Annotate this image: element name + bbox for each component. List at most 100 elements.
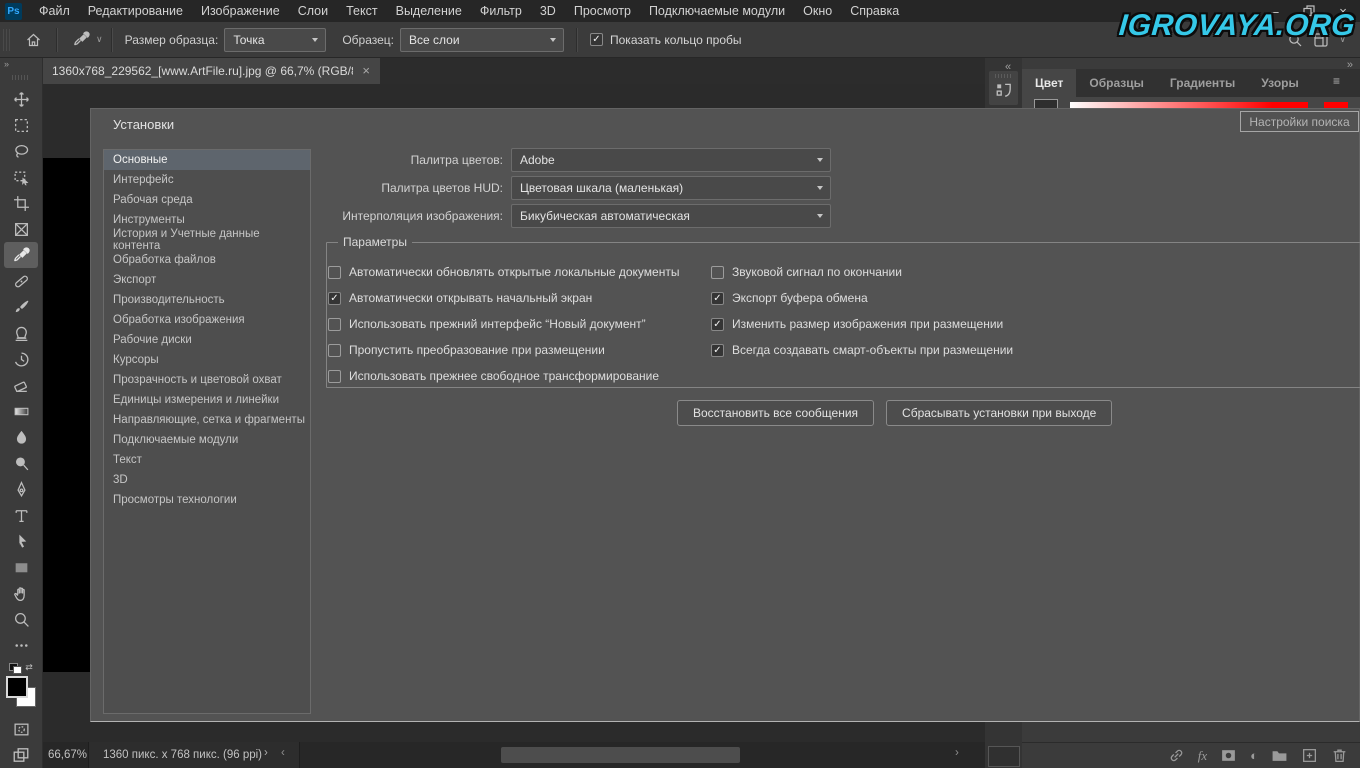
menu-item[interactable]: Окно [794, 0, 841, 22]
checkbox[interactable] [328, 369, 341, 383]
menu-item[interactable]: Подключаемые модули [640, 0, 794, 22]
blur-tool[interactable] [4, 424, 38, 450]
option-row[interactable]: Автоматически открывать начальный экран [328, 285, 679, 311]
preferences-section-item[interactable]: 3D [104, 470, 310, 490]
color-picker-select[interactable]: Adobe [511, 148, 831, 172]
lasso-tool[interactable] [4, 138, 38, 164]
chevron-down-icon[interactable]: ∨ [96, 34, 103, 45]
adjustment-layer-icon[interactable]: ◐ [1250, 748, 1258, 763]
menu-item[interactable]: Редактирование [79, 0, 192, 22]
checkbox[interactable] [711, 343, 724, 357]
menu-item[interactable]: Файл [30, 0, 79, 22]
document-tab[interactable]: 1360x768_229562_[www.ArtFile.ru].jpg @ 6… [42, 57, 380, 84]
menu-item[interactable]: Просмотр [565, 0, 640, 22]
option-row[interactable]: Всегда создавать смарт-объекты при разме… [711, 337, 1013, 363]
option-row[interactable]: Изменить размер изображения при размещен… [711, 311, 1013, 337]
foreground-color-swatch[interactable] [6, 676, 28, 698]
image-interpolation-select[interactable]: Бикубическая автоматическая [511, 204, 831, 228]
object-selection-tool[interactable] [4, 164, 38, 190]
frame-tool[interactable] [4, 216, 38, 242]
marquee-tool[interactable] [4, 112, 38, 138]
menu-item[interactable]: Фильтр [471, 0, 531, 22]
sample-size-select[interactable]: Точка [224, 27, 327, 52]
hud-color-picker-select[interactable]: Цветовая шкала (маленькая) [511, 176, 831, 200]
menu-item[interactable]: Изображение [192, 0, 289, 22]
healing-brush-tool[interactable] [4, 268, 38, 294]
history-brush-tool[interactable] [4, 346, 38, 372]
quick-mask-button[interactable] [4, 716, 38, 742]
pen-tool[interactable] [4, 476, 38, 502]
toolbar-grip[interactable] [12, 75, 30, 80]
screen-mode-button[interactable] [4, 742, 38, 768]
close-tab-icon[interactable]: × [362, 63, 370, 78]
new-layer-icon[interactable] [1301, 747, 1318, 764]
checkbox[interactable] [711, 265, 724, 279]
preferences-section-item[interactable]: Прозрачность и цветовой охват [104, 370, 310, 390]
menu-item[interactable]: Текст [337, 0, 386, 22]
checkbox[interactable] [328, 317, 341, 331]
type-tool[interactable] [4, 502, 38, 528]
option-row[interactable]: Использовать прежнее свободное трансформ… [328, 363, 679, 389]
scroll-left-arrow-icon[interactable]: ‹ [281, 747, 285, 759]
group-layers-icon[interactable] [1271, 747, 1288, 764]
toolbar-expand[interactable]: » [0, 57, 42, 73]
menu-item[interactable]: Выделение [387, 0, 471, 22]
eyedropper-tool[interactable] [4, 242, 38, 268]
checkbox[interactable] [328, 265, 341, 279]
dodge-tool[interactable] [4, 450, 38, 476]
checkbox[interactable] [328, 291, 341, 305]
panel-tab[interactable]: Цвет [1022, 69, 1077, 97]
hand-tool[interactable] [4, 580, 38, 606]
option-row[interactable]: Звуковой сигнал по окончании [711, 259, 1013, 285]
delete-layer-icon[interactable] [1331, 747, 1348, 764]
panel-tab[interactable]: Градиенты [1157, 69, 1248, 97]
preferences-section-item[interactable]: Единицы измерения и линейки [104, 390, 310, 410]
menu-item[interactable]: 3D [531, 0, 565, 22]
panel-tab[interactable]: Узоры [1248, 69, 1311, 97]
more-tools[interactable] [4, 632, 38, 658]
tool-preset-eyedropper[interactable] [66, 27, 96, 53]
clone-stamp-tool[interactable] [4, 320, 38, 346]
gradient-tool[interactable] [4, 398, 38, 424]
preferences-section-item[interactable]: Курсоры [104, 350, 310, 370]
move-tool[interactable] [4, 86, 38, 112]
preferences-section-item[interactable]: Рабочие диски [104, 330, 310, 350]
panel-tab[interactable]: Образцы [1076, 69, 1157, 97]
checkbox[interactable] [711, 291, 724, 305]
dialog-button[interactable]: Сбрасывать установки при выходе [886, 400, 1113, 426]
scroll-right-arrow-icon[interactable]: › [955, 747, 959, 759]
checkbox[interactable] [711, 317, 724, 331]
home-button[interactable] [18, 27, 48, 53]
layer-effects-icon[interactable]: fx [1198, 748, 1207, 764]
status-forward-icon[interactable]: › [264, 747, 268, 759]
swap-colors-icon[interactable]: ⇄ [25, 662, 33, 673]
layer-mask-icon[interactable] [1220, 747, 1237, 764]
dialog-button[interactable]: Восстановить все сообщения [677, 400, 875, 426]
collapsed-clone-source-panel-button[interactable] [989, 71, 1018, 105]
path-selection-tool[interactable] [4, 528, 38, 554]
document-info[interactable]: 1360 пикс. x 768 пикс. (96 ppi) [88, 742, 300, 768]
panel-menu-icon[interactable]: ≡ [1333, 74, 1340, 88]
preferences-section-item[interactable]: Направляющие, сетка и фрагменты [104, 410, 310, 430]
checkbox[interactable] [328, 343, 341, 357]
preferences-section-item[interactable]: Обработка изображения [104, 310, 310, 330]
preferences-section-item[interactable]: История и Учетные данные контента [104, 228, 310, 252]
show-ring-checkbox-row[interactable]: Показать кольцо пробы [590, 33, 741, 47]
zoom-tool[interactable] [4, 606, 38, 632]
preferences-section-item[interactable]: Обработка файлов [104, 250, 310, 270]
sample-select[interactable]: Все слои [400, 27, 564, 52]
option-row[interactable]: Использовать прежний интерфейс “Новый до… [328, 311, 679, 337]
option-row[interactable]: Пропустить преобразование при размещении [328, 337, 679, 363]
horizontal-scrollbar-thumb[interactable] [501, 747, 740, 763]
link-layers-icon[interactable] [1168, 747, 1185, 764]
options-bar-grip[interactable] [3, 28, 10, 51]
preferences-section-item[interactable]: Подключаемые модули [104, 430, 310, 450]
show-ring-checkbox[interactable] [590, 33, 603, 46]
rectangle-tool[interactable] [4, 554, 38, 580]
preferences-section-item[interactable]: Экспорт [104, 270, 310, 290]
brush-tool[interactable] [4, 294, 38, 320]
eraser-tool[interactable] [4, 372, 38, 398]
menu-item[interactable]: Слои [289, 0, 337, 22]
preferences-section-item[interactable]: Текст [104, 450, 310, 470]
menu-item[interactable]: Справка [841, 0, 908, 22]
